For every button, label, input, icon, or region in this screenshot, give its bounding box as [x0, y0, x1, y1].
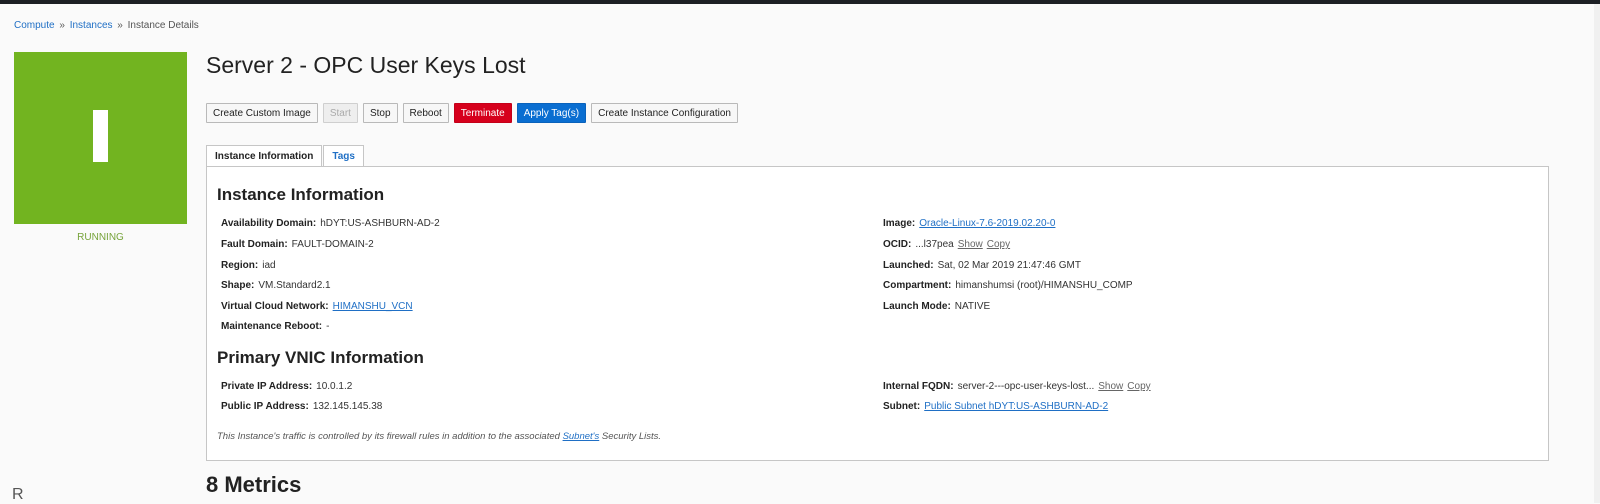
breadcrumb-instances[interactable]: Instances — [70, 20, 113, 31]
metrics-heading: 8 Metrics — [206, 472, 302, 497]
page-scrollbar[interactable] — [1594, 4, 1600, 503]
breadcrumb-current: Instance Details — [127, 20, 199, 31]
apply-tags-button[interactable]: Apply Tag(s) — [516, 103, 587, 123]
availability-domain-label: Availability Domain: — [221, 218, 317, 229]
reboot-button[interactable]: Reboot — [402, 103, 449, 123]
fault-domain-value: FAULT-DOMAIN-2 — [291, 239, 374, 250]
launched-value: Sat, 02 Mar 2019 21:47:46 GMT — [937, 260, 1081, 271]
footnote-text-after: Security Lists. — [599, 431, 662, 442]
launch-mode-value: NATIVE — [954, 301, 991, 312]
compartment-row: Compartment: himanshumsi (root)/HIMANSHU_… — [883, 280, 1133, 291]
vcn-label: Virtual Cloud Network: — [221, 301, 329, 312]
ocid-value: ...l37pea — [915, 239, 954, 250]
breadcrumb-separator: » — [59, 20, 65, 31]
launch-mode-row: Launch Mode: NATIVE — [883, 301, 990, 312]
compartment-label: Compartment: — [883, 280, 952, 291]
firewall-footnote: This Instance's traffic is controlled by… — [217, 431, 661, 442]
action-toolbar: Create Custom Image Start Stop Reboot Te… — [206, 103, 738, 123]
start-button[interactable]: Start — [322, 103, 358, 123]
shape-label: Shape: — [221, 280, 255, 291]
private-ip-row: Private IP Address: 10.0.1.2 — [221, 381, 352, 392]
status-label: RUNNING — [77, 232, 124, 243]
page-title: Server 2 - OPC User Keys Lost — [206, 52, 526, 78]
instance-details-panel: Instance Information Availability Domain… — [206, 166, 1549, 461]
internal-fqdn-label: Internal FQDN: — [883, 381, 954, 392]
top-bar — [0, 0, 1600, 4]
public-ip-value: 132.145.145.38 — [312, 401, 383, 412]
internal-fqdn-value: server-2---opc-user-keys-lost... — [957, 381, 1095, 392]
tab-tags[interactable]: Tags — [323, 145, 364, 166]
image-row: Image: Oracle-Linux-7.6-2019.02.20-0 — [883, 218, 1055, 229]
fault-domain-row: Fault Domain: FAULT-DOMAIN-2 — [221, 239, 374, 250]
subnet-row: Subnet: Public Subnet hDYT:US-ASHBURN-AD-… — [883, 401, 1108, 412]
vcn-row: Virtual Cloud Network: HIMANSHU_VCN — [221, 301, 413, 312]
instance-status-tile — [14, 52, 187, 224]
vcn-link[interactable]: HIMANSHU_VCN — [333, 301, 413, 312]
breadcrumb-separator: » — [117, 20, 123, 31]
maintenance-reboot-value: - — [326, 321, 330, 332]
ocid-show-link[interactable]: Show — [958, 239, 983, 250]
breadcrumb: Compute » Instances » Instance Details — [14, 20, 199, 31]
fqdn-copy-link[interactable]: Copy — [1127, 381, 1150, 392]
internal-fqdn-row: Internal FQDN: server-2---opc-user-keys-l… — [883, 381, 1151, 392]
public-ip-row: Public IP Address: 132.145.145.38 — [221, 401, 382, 412]
footnote-text-before: This Instance's traffic is controlled by… — [217, 431, 563, 442]
launched-label: Launched: — [883, 260, 934, 271]
launched-row: Launched: Sat, 02 Mar 2019 21:47:46 GMT — [883, 260, 1081, 271]
fault-domain-label: Fault Domain: — [221, 239, 288, 250]
availability-domain-value: hDYT:US-ASHBURN-AD-2 — [320, 218, 440, 229]
shape-row: Shape: VM.Standard2.1 — [221, 280, 331, 291]
image-link[interactable]: Oracle-Linux-7.6-2019.02.20-0 — [919, 218, 1055, 229]
breadcrumb-compute[interactable]: Compute — [14, 20, 55, 31]
ocid-label: OCID: — [883, 239, 912, 250]
compartment-value: himanshumsi (root)/HIMANSHU_COMP — [955, 280, 1133, 291]
private-ip-label: Private IP Address: — [221, 381, 313, 392]
maintenance-reboot-label: Maintenance Reboot: — [221, 321, 323, 332]
private-ip-value: 10.0.1.2 — [316, 381, 353, 392]
subnet-link[interactable]: Public Subnet hDYT:US-ASHBURN-AD-2 — [924, 401, 1108, 412]
subnet-security-link[interactable]: Subnet's — [563, 431, 600, 442]
create-custom-image-button[interactable]: Create Custom Image — [206, 103, 318, 123]
instance-information-heading: Instance Information — [217, 185, 385, 204]
availability-domain-row: Availability Domain: hDYT:US-ASHBURN-AD-2 — [221, 218, 440, 229]
image-label: Image: — [883, 218, 916, 229]
region-row: Region: iad — [221, 260, 276, 271]
resources-heading: R — [12, 486, 24, 503]
instance-icon — [93, 110, 108, 162]
fqdn-show-link[interactable]: Show — [1098, 381, 1123, 392]
stop-button[interactable]: Stop — [362, 103, 398, 123]
terminate-button[interactable]: Terminate — [453, 103, 512, 123]
subnet-label: Subnet: — [883, 401, 921, 412]
maintenance-reboot-row: Maintenance Reboot: - — [221, 321, 329, 332]
tab-instance-information[interactable]: Instance Information — [206, 145, 323, 167]
public-ip-label: Public IP Address: — [221, 401, 309, 412]
create-instance-configuration-button[interactable]: Create Instance Configuration — [591, 103, 738, 123]
region-label: Region: — [221, 260, 259, 271]
detail-tabs: Instance Information Tags — [206, 145, 365, 167]
ocid-row: OCID: ...l37pea Show Copy — [883, 239, 1010, 250]
region-value: iad — [262, 260, 276, 271]
launch-mode-label: Launch Mode: — [883, 301, 951, 312]
primary-vnic-heading: Primary VNIC Information — [217, 348, 424, 367]
shape-value: VM.Standard2.1 — [258, 280, 331, 291]
ocid-copy-link[interactable]: Copy — [987, 239, 1010, 250]
